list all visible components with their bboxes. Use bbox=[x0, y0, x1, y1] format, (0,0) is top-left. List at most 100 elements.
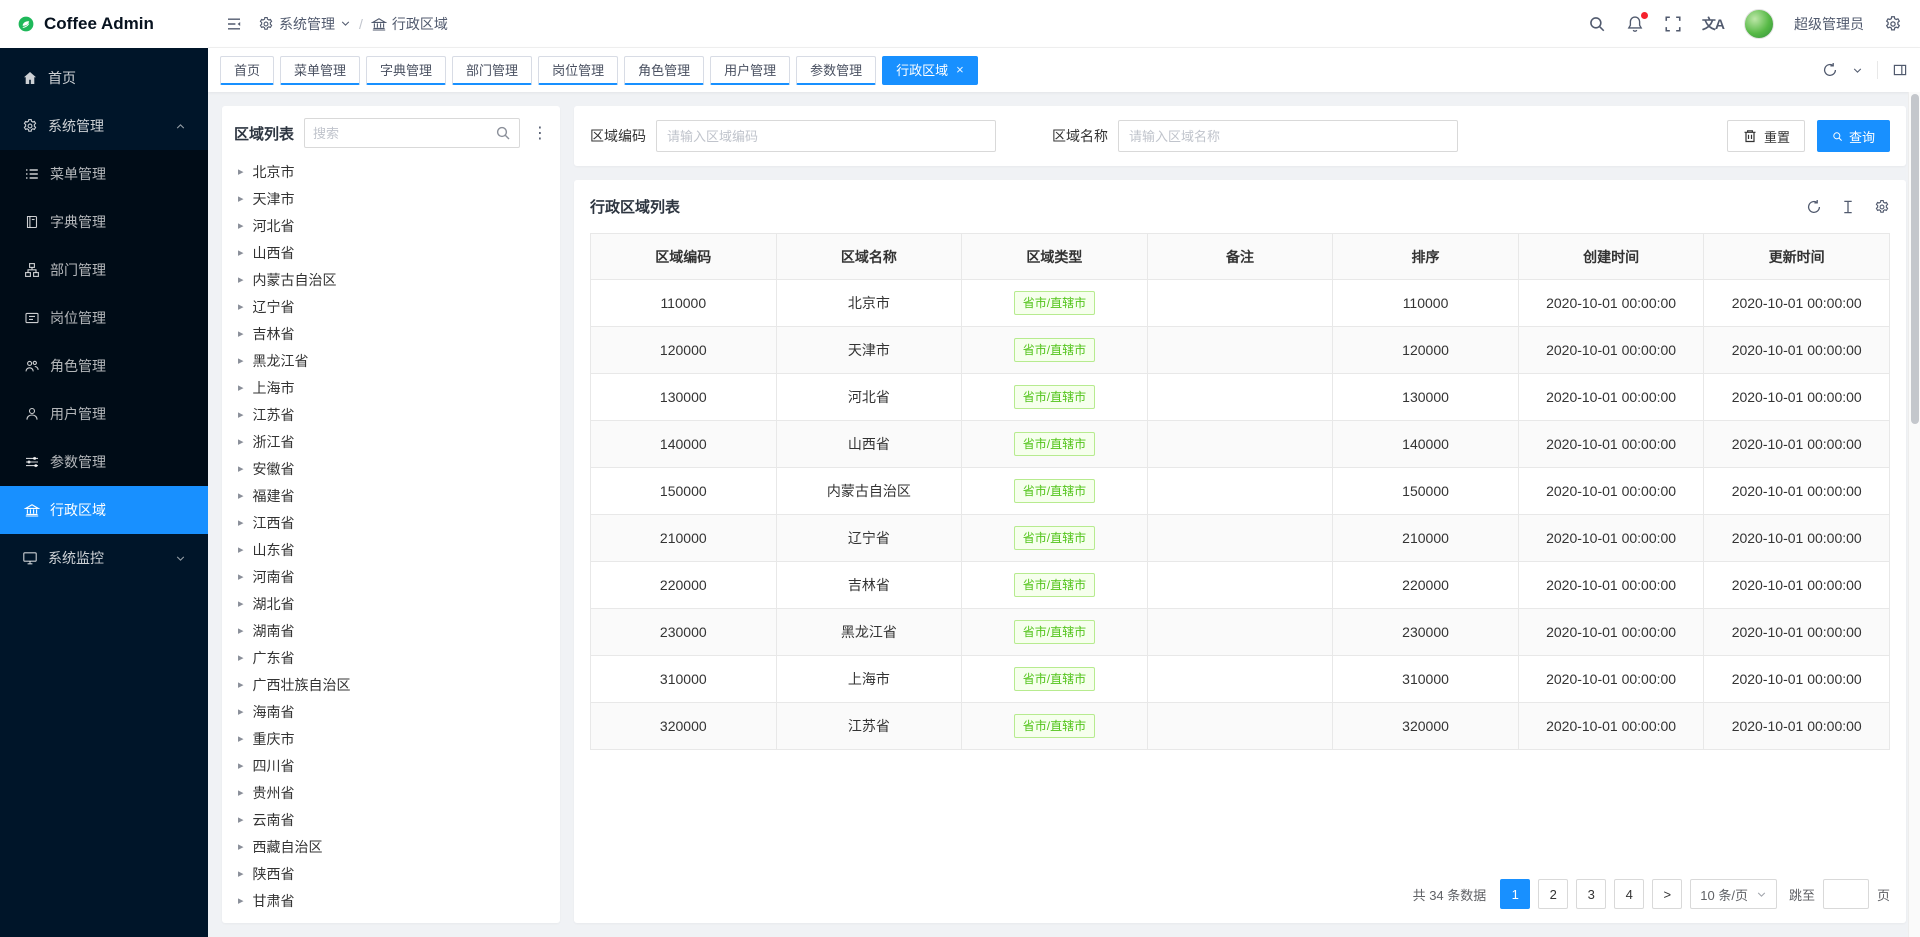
tree-search-input[interactable] bbox=[313, 126, 489, 141]
tree-item-山西省[interactable]: ▸山西省 bbox=[234, 239, 548, 266]
tree-item-江西省[interactable]: ▸江西省 bbox=[234, 509, 548, 536]
tree-item-陕西省[interactable]: ▸陕西省 bbox=[234, 860, 548, 887]
tree-item-上海市[interactable]: ▸上海市 bbox=[234, 374, 548, 401]
search-button[interactable]: 查询 bbox=[1817, 120, 1890, 152]
caret-right-icon[interactable]: ▸ bbox=[238, 624, 244, 637]
tree-item-吉林省[interactable]: ▸吉林省 bbox=[234, 320, 548, 347]
next-page-button[interactable]: > bbox=[1652, 879, 1682, 909]
tab-角色管理[interactable]: 角色管理 bbox=[624, 56, 704, 85]
region-code-input[interactable] bbox=[656, 120, 996, 152]
tree-item-云南省[interactable]: ▸云南省 bbox=[234, 806, 548, 833]
sidebar-item-参数管理[interactable]: 参数管理 bbox=[0, 438, 208, 486]
refresh-icon[interactable] bbox=[1806, 199, 1822, 215]
page-size-select[interactable]: 10 条/页 bbox=[1690, 879, 1777, 909]
user-name[interactable]: 超级管理员 bbox=[1794, 14, 1864, 34]
sidebar-item-部门管理[interactable]: 部门管理 bbox=[0, 246, 208, 294]
caret-right-icon[interactable]: ▸ bbox=[238, 543, 244, 556]
tree-item-四川省[interactable]: ▸四川省 bbox=[234, 752, 548, 779]
caret-right-icon[interactable]: ▸ bbox=[238, 327, 244, 340]
row-height-icon[interactable] bbox=[1840, 199, 1856, 215]
caret-right-icon[interactable]: ▸ bbox=[238, 489, 244, 502]
tab-字典管理[interactable]: 字典管理 bbox=[366, 56, 446, 85]
tree-item-天津市[interactable]: ▸天津市 bbox=[234, 185, 548, 212]
reset-button[interactable]: 重置 bbox=[1727, 120, 1805, 152]
caret-right-icon[interactable]: ▸ bbox=[238, 273, 244, 286]
caret-right-icon[interactable]: ▸ bbox=[238, 867, 244, 880]
caret-right-icon[interactable]: ▸ bbox=[238, 165, 244, 178]
refresh-icon[interactable] bbox=[1822, 62, 1838, 78]
caret-right-icon[interactable]: ▸ bbox=[238, 462, 244, 475]
caret-right-icon[interactable]: ▸ bbox=[238, 597, 244, 610]
breadcrumb-parent[interactable]: 系统管理 bbox=[258, 14, 351, 34]
caret-right-icon[interactable]: ▸ bbox=[238, 705, 244, 718]
sidebar-item-system[interactable]: 系统管理 bbox=[0, 102, 208, 150]
fullscreen-icon[interactable] bbox=[1664, 15, 1682, 33]
column-settings-gear-icon[interactable] bbox=[1874, 199, 1890, 215]
logo[interactable]: Coffee Admin bbox=[0, 0, 208, 48]
sidebar-item-home[interactable]: 首页 bbox=[0, 54, 208, 102]
tab-close-icon[interactable]: × bbox=[956, 63, 964, 76]
tree-item-湖北省[interactable]: ▸湖北省 bbox=[234, 590, 548, 617]
sidebar-item-角色管理[interactable]: 角色管理 bbox=[0, 342, 208, 390]
jump-page-input[interactable] bbox=[1823, 879, 1869, 909]
caret-right-icon[interactable]: ▸ bbox=[238, 732, 244, 745]
search-icon[interactable] bbox=[1588, 15, 1606, 33]
region-name-input[interactable] bbox=[1118, 120, 1458, 152]
tree-item-浙江省[interactable]: ▸浙江省 bbox=[234, 428, 548, 455]
caret-right-icon[interactable]: ▸ bbox=[238, 840, 244, 853]
tree-item-北京市[interactable]: ▸北京市 bbox=[234, 158, 548, 185]
tab-岗位管理[interactable]: 岗位管理 bbox=[538, 56, 618, 85]
sidebar-item-monitor[interactable]: 系统监控 bbox=[0, 534, 208, 582]
caret-right-icon[interactable]: ▸ bbox=[238, 354, 244, 367]
caret-right-icon[interactable]: ▸ bbox=[238, 246, 244, 259]
tab-首页[interactable]: 首页 bbox=[220, 56, 274, 85]
tree-item-河北省[interactable]: ▸河北省 bbox=[234, 212, 548, 239]
tab-部门管理[interactable]: 部门管理 bbox=[452, 56, 532, 85]
caret-right-icon[interactable]: ▸ bbox=[238, 408, 244, 421]
tree-item-西藏自治区[interactable]: ▸西藏自治区 bbox=[234, 833, 548, 860]
caret-right-icon[interactable]: ▸ bbox=[238, 570, 244, 583]
page-scrollbar[interactable] bbox=[1908, 92, 1920, 937]
tree-item-辽宁省[interactable]: ▸辽宁省 bbox=[234, 293, 548, 320]
caret-right-icon[interactable]: ▸ bbox=[238, 381, 244, 394]
caret-right-icon[interactable]: ▸ bbox=[238, 219, 244, 232]
caret-right-icon[interactable]: ▸ bbox=[238, 894, 244, 907]
avatar[interactable] bbox=[1744, 9, 1774, 39]
caret-right-icon[interactable]: ▸ bbox=[238, 786, 244, 799]
caret-right-icon[interactable]: ▸ bbox=[238, 192, 244, 205]
caret-right-icon[interactable]: ▸ bbox=[238, 516, 244, 529]
scrollbar-thumb[interactable] bbox=[1911, 94, 1919, 424]
page-button-2[interactable]: 2 bbox=[1538, 879, 1568, 909]
tree-item-海南省[interactable]: ▸海南省 bbox=[234, 698, 548, 725]
caret-right-icon[interactable]: ▸ bbox=[238, 300, 244, 313]
caret-right-icon[interactable]: ▸ bbox=[238, 435, 244, 448]
tree-item-广西壮族自治区[interactable]: ▸广西壮族自治区 bbox=[234, 671, 548, 698]
tree-item-安徽省[interactable]: ▸安徽省 bbox=[234, 455, 548, 482]
caret-right-icon[interactable]: ▸ bbox=[238, 678, 244, 691]
tab-行政区域[interactable]: 行政区域× bbox=[882, 56, 978, 85]
tree-item-河南省[interactable]: ▸河南省 bbox=[234, 563, 548, 590]
chevron-down-icon[interactable] bbox=[1852, 65, 1863, 76]
sidebar-item-岗位管理[interactable]: 岗位管理 bbox=[0, 294, 208, 342]
translate-icon[interactable]: 文A bbox=[1702, 14, 1724, 34]
caret-right-icon[interactable]: ▸ bbox=[238, 813, 244, 826]
tab-参数管理[interactable]: 参数管理 bbox=[796, 56, 876, 85]
tree-item-湖南省[interactable]: ▸湖南省 bbox=[234, 617, 548, 644]
settings-gear-icon[interactable] bbox=[1884, 15, 1902, 33]
search-icon[interactable] bbox=[495, 125, 511, 141]
tree-item-甘肃省[interactable]: ▸甘肃省 bbox=[234, 887, 548, 911]
tree-item-内蒙古自治区[interactable]: ▸内蒙古自治区 bbox=[234, 266, 548, 293]
page-button-1[interactable]: 1 bbox=[1500, 879, 1530, 909]
tree-item-黑龙江省[interactable]: ▸黑龙江省 bbox=[234, 347, 548, 374]
caret-right-icon[interactable]: ▸ bbox=[238, 651, 244, 664]
tree-item-广东省[interactable]: ▸广东省 bbox=[234, 644, 548, 671]
page-button-4[interactable]: 4 bbox=[1614, 879, 1644, 909]
tree-item-贵州省[interactable]: ▸贵州省 bbox=[234, 779, 548, 806]
tab-菜单管理[interactable]: 菜单管理 bbox=[280, 56, 360, 85]
page-button-3[interactable]: 3 bbox=[1576, 879, 1606, 909]
tree-item-重庆市[interactable]: ▸重庆市 bbox=[234, 725, 548, 752]
more-dots-icon[interactable]: ⋮ bbox=[530, 123, 550, 143]
tree-item-福建省[interactable]: ▸福建省 bbox=[234, 482, 548, 509]
sidebar-item-用户管理[interactable]: 用户管理 bbox=[0, 390, 208, 438]
sidebar-item-行政区域[interactable]: 行政区域 bbox=[0, 486, 208, 534]
